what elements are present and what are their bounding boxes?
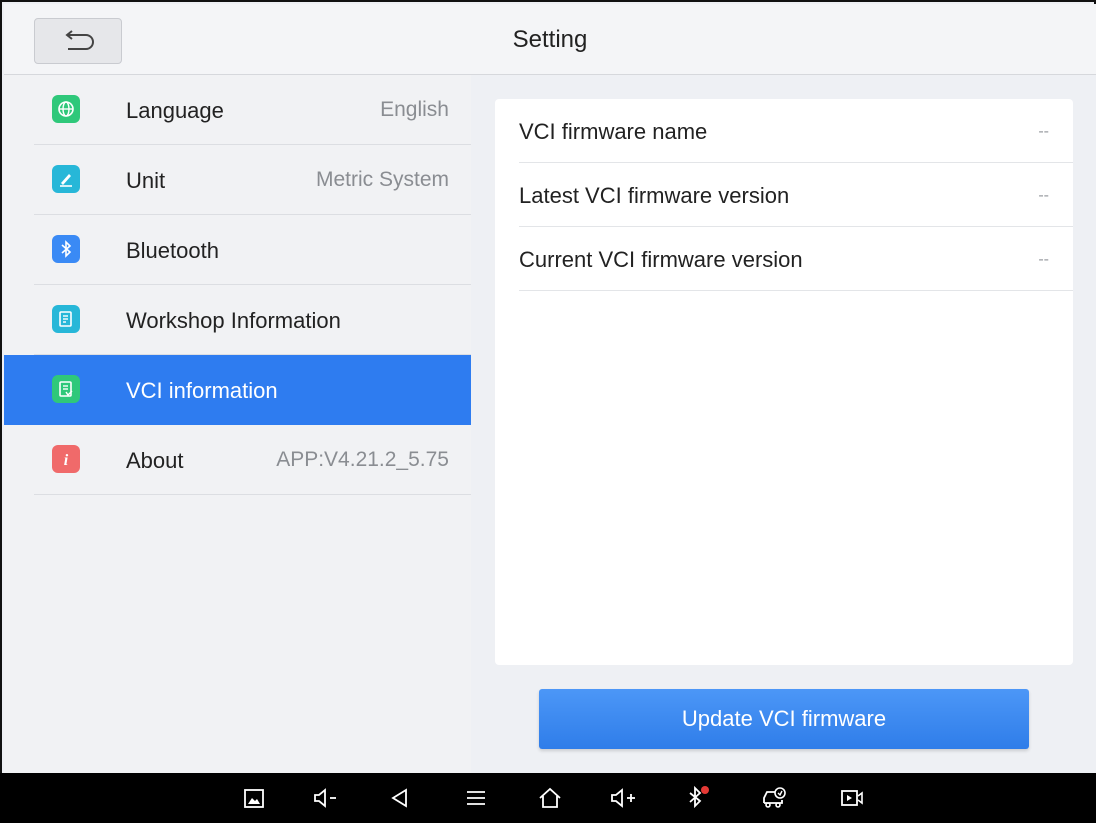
vci-info-card: VCI firmware name -- Latest VCI firmware…	[495, 99, 1073, 665]
sidebar-item-vci-information[interactable]: VCI information	[4, 355, 471, 425]
row-label: Current VCI firmware version	[519, 247, 803, 272]
sidebar-item-label: Bluetooth	[126, 238, 219, 263]
vci-firmware-name-row: VCI firmware name --	[519, 99, 1073, 163]
sidebar-item-label: Language	[126, 98, 224, 123]
sidebar-item-bluetooth[interactable]: Bluetooth	[4, 215, 471, 285]
app-window: Setting Language English Unit Metric Sys…	[0, 0, 1096, 823]
header-bar: Setting	[4, 4, 1096, 75]
document-icon	[52, 305, 80, 333]
row-label: VCI firmware name	[519, 119, 708, 144]
info-icon: i	[52, 445, 80, 473]
system-navigation-bar	[0, 773, 1096, 823]
volume-up-icon[interactable]	[606, 781, 642, 815]
screen-record-icon[interactable]	[834, 781, 870, 815]
menu-icon[interactable]	[458, 781, 494, 815]
sidebar-item-label: About	[126, 448, 184, 473]
settings-sidebar: Language English Unit Metric System Blue…	[4, 75, 471, 775]
sidebar-item-label: VCI information	[126, 378, 278, 403]
update-vci-firmware-button[interactable]: Update VCI firmware	[539, 689, 1029, 749]
vci-document-icon	[52, 375, 80, 403]
sidebar-item-language[interactable]: Language English	[4, 75, 471, 145]
sidebar-item-workshop-information[interactable]: Workshop Information	[4, 285, 471, 355]
row-label: Latest VCI firmware version	[519, 183, 790, 208]
volume-down-icon[interactable]	[308, 781, 344, 815]
unit-value: Metric System	[315, 168, 449, 191]
row-value: --	[1038, 187, 1049, 204]
globe-icon	[52, 95, 80, 123]
sidebar-item-label: Unit	[126, 168, 166, 193]
current-vci-version-row: Current VCI firmware version --	[519, 227, 1073, 291]
home-icon[interactable]	[532, 781, 568, 815]
sidebar-item-unit[interactable]: Unit Metric System	[4, 145, 471, 215]
app-version-value: APP:V4.21.2_5.75	[276, 448, 449, 471]
row-value: --	[1038, 251, 1049, 268]
latest-vci-version-row: Latest VCI firmware version --	[519, 163, 1073, 227]
svg-text:i: i	[64, 452, 69, 468]
language-value: English	[380, 98, 449, 121]
bluetooth-icon	[52, 235, 80, 263]
sidebar-item-about[interactable]: i About APP:V4.21.2_5.75	[4, 425, 471, 495]
row-value: --	[1038, 123, 1049, 140]
sidebar-item-label: Workshop Information	[126, 308, 341, 333]
screenshot-icon[interactable]	[236, 781, 272, 815]
bluetooth-disconnected-icon[interactable]	[680, 781, 716, 815]
vci-info-panel: VCI firmware name -- Latest VCI firmware…	[471, 75, 1096, 775]
page-title: Setting	[512, 26, 588, 53]
back-icon[interactable]	[382, 781, 418, 815]
car-diagnostics-icon[interactable]	[756, 781, 792, 815]
pencil-icon	[52, 165, 80, 193]
divider	[34, 494, 471, 495]
